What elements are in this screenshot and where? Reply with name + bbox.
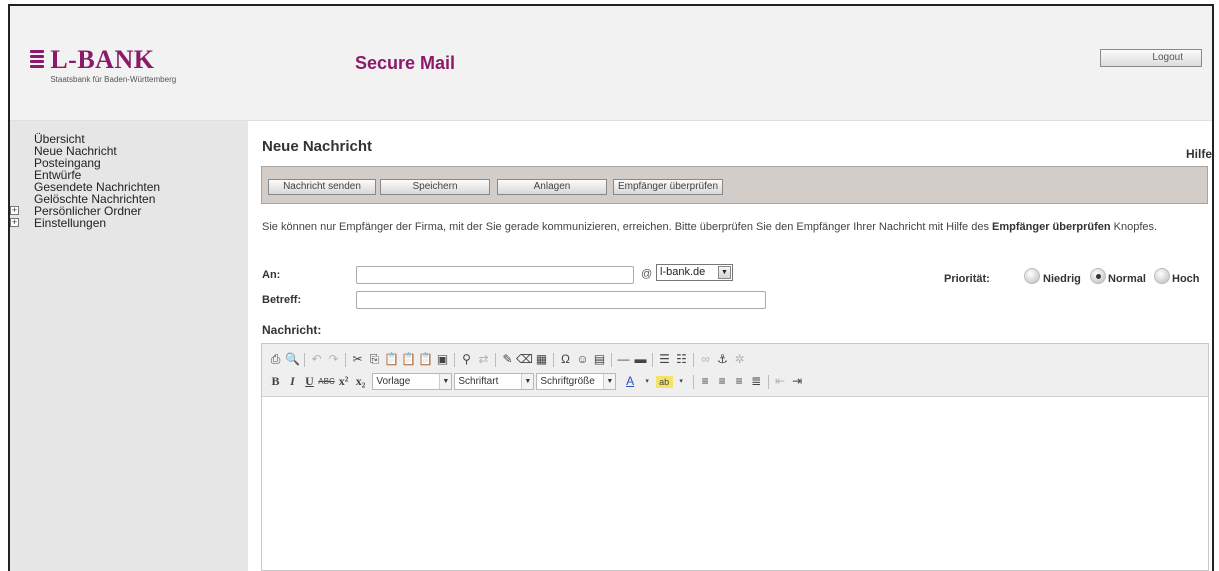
cut-icon[interactable]: ✂ (349, 351, 366, 368)
horizontal-rule-icon[interactable]: — (615, 351, 632, 368)
text-color-icon[interactable]: A (622, 373, 639, 390)
subscript-icon[interactable]: x₂ (352, 373, 369, 390)
replace-icon[interactable]: ⇄ (475, 351, 492, 368)
redo-icon[interactable]: ↷ (325, 351, 342, 368)
help-link[interactable]: Hilfe (1186, 147, 1212, 161)
main-content: Neue Nachricht Hilfe Nachricht senden Sp… (249, 121, 1212, 571)
expand-plus-icon[interactable]: + (10, 206, 19, 215)
dropdown-arrow-icon[interactable]: ▼ (718, 266, 731, 279)
outdent-icon[interactable]: ⇤ (772, 373, 789, 390)
save-button[interactable]: Speichern (380, 179, 490, 195)
priority-normal-label: Normal (1108, 273, 1146, 285)
page-break-icon[interactable]: ▬ (632, 351, 649, 368)
priority-low-label: Niedrig (1043, 273, 1081, 285)
remove-format-icon[interactable]: ✎ (499, 351, 516, 368)
copy-icon[interactable]: ⎘ (366, 351, 383, 368)
strikethrough-icon[interactable]: ABC (318, 373, 335, 390)
justify-icon[interactable]: ≣ (748, 373, 765, 390)
logo: L-BANK Staatsbank für Baden-Württemberg (30, 45, 177, 84)
unlink-icon[interactable]: ✲ (731, 351, 748, 368)
lbank-logo-icon (30, 50, 44, 70)
priority-high-label: Hoch (1172, 273, 1200, 285)
action-toolbar: Nachricht senden Speichern Anlagen Empfä… (261, 166, 1208, 204)
undo-icon[interactable]: ↶ (308, 351, 325, 368)
font-size-combo[interactable]: Schriftgröße ▼ (536, 373, 617, 390)
date-icon[interactable]: ▤ (591, 351, 608, 368)
style-combo[interactable]: Vorlage ▼ (372, 373, 453, 390)
link-icon[interactable]: ∞ (697, 351, 714, 368)
info-bold: Empfänger überprüfen (992, 221, 1111, 233)
expand-plus-icon[interactable]: + (10, 218, 19, 227)
align-left-icon[interactable]: ≡ (697, 373, 714, 390)
smiley-icon[interactable]: ☺ (574, 351, 591, 368)
paste-text-icon[interactable]: 📋 (400, 351, 417, 368)
rich-text-editor: ⎙ 🔍 ↶ ↷ ✂ ⎘ 📋 📋 📋 ▣ ⚲ ⇄ ✎ ⌫ ▦ Ω ☺ ▤ — ▬ ☰ ☷ ∞ ⚓ ✲ B I U ABC x² x₂ Vor… (261, 343, 1209, 571)
sidebar-item-einstellungen[interactable]: + Einstellungen (10, 217, 248, 229)
to-input[interactable] (356, 266, 634, 284)
chevron-down-icon[interactable]: ▾ (673, 373, 690, 390)
check-recipient-button[interactable]: Empfänger überprüfen (613, 179, 723, 195)
find-icon[interactable]: ⚲ (458, 351, 475, 368)
send-message-button[interactable]: Nachricht senden (268, 179, 376, 195)
special-char-icon[interactable]: Ω (557, 351, 574, 368)
preview-icon[interactable]: 🔍 (284, 351, 301, 368)
subject-input[interactable] (356, 291, 766, 309)
message-label: Nachricht: (262, 323, 322, 337)
sidebar-item-label: Einstellungen (34, 216, 107, 230)
anchor-icon[interactable]: ⚓ (714, 351, 731, 368)
indent-icon[interactable]: ⇥ (789, 373, 806, 390)
to-label: An: (262, 269, 281, 281)
app-title: Secure Mail (355, 53, 456, 73)
sidebar-nav: Übersicht Neue Nachricht Posteingang Ent… (10, 121, 248, 229)
subject-label: Betreff: (262, 294, 302, 306)
info-text: Sie können nur Empfänger der Firma, mit … (262, 221, 1158, 233)
editor-toolbar-row-2: B I U ABC x² x₂ Vorlage ▼ Schriftart ▼ Schriftgrö… (267, 373, 806, 391)
editor-toolbar-row-1: ⎙ 🔍 ↶ ↷ ✂ ⎘ 📋 📋 📋 ▣ ⚲ ⇄ ✎ ⌫ ▦ Ω ☺ ▤ — ▬ ☰ ☷ ∞ ⚓ ✲ (267, 351, 748, 369)
priority-low-radio[interactable] (1024, 268, 1040, 284)
select-all-icon[interactable]: ▣ (434, 351, 451, 368)
eraser-icon[interactable]: ⌫ (516, 351, 533, 368)
paste-word-icon[interactable]: 📋 (417, 351, 434, 368)
at-sign: @ (641, 268, 653, 280)
logo-text: L-BANK (50, 45, 155, 74)
logout-button[interactable]: Logout (1100, 49, 1202, 67)
numbered-list-icon[interactable]: ☷ (673, 351, 690, 368)
priority-label: Priorität: (944, 273, 990, 285)
table-icon[interactable]: ▦ (533, 351, 550, 368)
bulleted-list-icon[interactable]: ☰ (656, 351, 673, 368)
align-center-icon[interactable]: ≡ (714, 373, 731, 390)
highlight-color-icon[interactable]: ab (655, 375, 673, 388)
priority-normal-radio[interactable] (1090, 268, 1106, 284)
sidebar: Übersicht Neue Nachricht Posteingang Ent… (10, 121, 248, 571)
dropdown-arrow-icon[interactable]: ▼ (521, 374, 534, 389)
underline-icon[interactable]: U (301, 373, 318, 390)
dropdown-arrow-icon[interactable]: ▼ (603, 374, 616, 389)
attachments-button[interactable]: Anlagen (497, 179, 607, 195)
chevron-down-icon[interactable]: ▾ (639, 373, 656, 390)
editor-toolbar: ⎙ 🔍 ↶ ↷ ✂ ⎘ 📋 📋 📋 ▣ ⚲ ⇄ ✎ ⌫ ▦ Ω ☺ ▤ — ▬ ☰ ☷ ∞ ⚓ ✲ B I U ABC x² x₂ Vor… (262, 344, 1208, 397)
italic-icon[interactable]: I (284, 373, 301, 390)
app-frame: L-BANK Staatsbank für Baden-Württemberg … (8, 4, 1214, 571)
bold-icon[interactable]: B (267, 373, 284, 390)
priority-high-radio[interactable] (1154, 268, 1170, 284)
dropdown-arrow-icon[interactable]: ▼ (439, 374, 452, 389)
header: L-BANK Staatsbank für Baden-Württemberg … (10, 6, 1212, 121)
paste-icon[interactable]: 📋 (383, 351, 400, 368)
align-right-icon[interactable]: ≡ (731, 373, 748, 390)
editor-body[interactable] (262, 398, 1208, 570)
font-combo[interactable]: Schriftart ▼ (454, 373, 535, 390)
superscript-icon[interactable]: x² (335, 373, 352, 390)
domain-select[interactable]: l-bank.de ▼ (656, 264, 733, 281)
print-icon[interactable]: ⎙ (267, 351, 284, 368)
page-title: Neue Nachricht (262, 138, 373, 155)
logo-subtitle: Staatsbank für Baden-Württemberg (50, 75, 177, 84)
